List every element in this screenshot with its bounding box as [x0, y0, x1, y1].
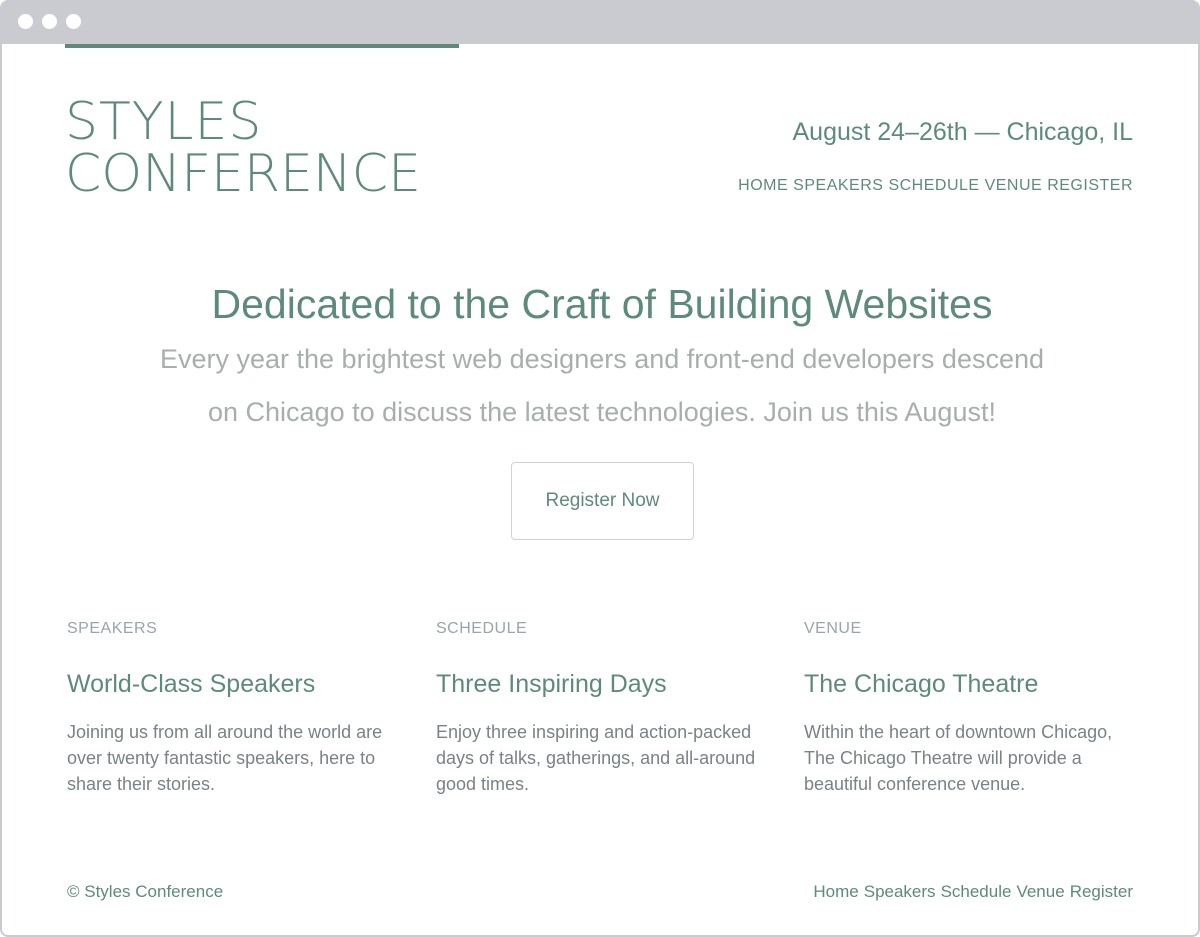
- header-accent-bar: [65, 44, 459, 48]
- logo-line-2: CONFERENCE: [65, 144, 421, 204]
- nav-item-home[interactable]: HOME: [738, 177, 788, 195]
- footer-nav-speakers[interactable]: Speakers: [864, 882, 936, 902]
- feature-speakers: SPEAKERS World-Class Speakers Joining us…: [67, 620, 407, 797]
- feature-schedule: SCHEDULE Three Inspiring Days Enjoy thre…: [436, 620, 776, 797]
- hero-title: Dedicated to the Craft of Building Websi…: [211, 281, 993, 327]
- feature-body: Enjoy three inspiring and action-packed …: [436, 722, 756, 794]
- footer-copyright: © Styles Conference: [67, 882, 224, 901]
- nav-item-speakers[interactable]: SPEAKERS: [793, 177, 883, 195]
- event-date-location: August 24–26th — Chicago, IL: [792, 118, 1133, 146]
- site-logo[interactable]: STYLES CONFERENCE: [65, 96, 421, 200]
- footer-nav-home[interactable]: Home: [813, 882, 858, 902]
- footer-nav-schedule[interactable]: Schedule: [941, 882, 1012, 902]
- feature-label: VENUE: [804, 620, 862, 637]
- feature-body: Joining us from all around the world are…: [67, 722, 383, 794]
- footer-nav: Home Speakers Schedule Venue Register: [813, 882, 1133, 902]
- window-close-dot[interactable]: [18, 14, 33, 29]
- footer-nav-register[interactable]: Register: [1070, 882, 1133, 902]
- footer-nav-venue[interactable]: Venue: [1016, 882, 1064, 902]
- window-minimize-dot[interactable]: [42, 14, 57, 29]
- primary-nav: HOME SPEAKERS SCHEDULE VENUE REGISTER: [738, 177, 1133, 195]
- feature-heading[interactable]: World-Class Speakers: [67, 670, 407, 699]
- feature-heading[interactable]: The Chicago Theatre: [804, 670, 1144, 699]
- window-titlebar: [2, 0, 1198, 44]
- feature-label: SPEAKERS: [67, 620, 158, 637]
- nav-item-register[interactable]: REGISTER: [1047, 177, 1133, 195]
- logo-line-1: STYLES: [65, 92, 263, 152]
- feature-label: SCHEDULE: [436, 620, 528, 637]
- hero-subtitle: Every year the brightest web designers a…: [159, 344, 1045, 427]
- feature-heading[interactable]: Three Inspiring Days: [436, 670, 776, 699]
- nav-item-schedule[interactable]: SCHEDULE: [888, 177, 979, 195]
- feature-venue: VENUE The Chicago Theatre Within the hea…: [804, 620, 1144, 797]
- nav-item-venue[interactable]: VENUE: [985, 177, 1043, 195]
- browser-window: STYLES CONFERENCE August 24–26th — Chica…: [0, 0, 1200, 937]
- feature-body: Within the heart of downtown Chicago, Th…: [804, 722, 1113, 794]
- window-maximize-dot[interactable]: [66, 14, 81, 29]
- register-now-button[interactable]: Register Now: [511, 462, 694, 540]
